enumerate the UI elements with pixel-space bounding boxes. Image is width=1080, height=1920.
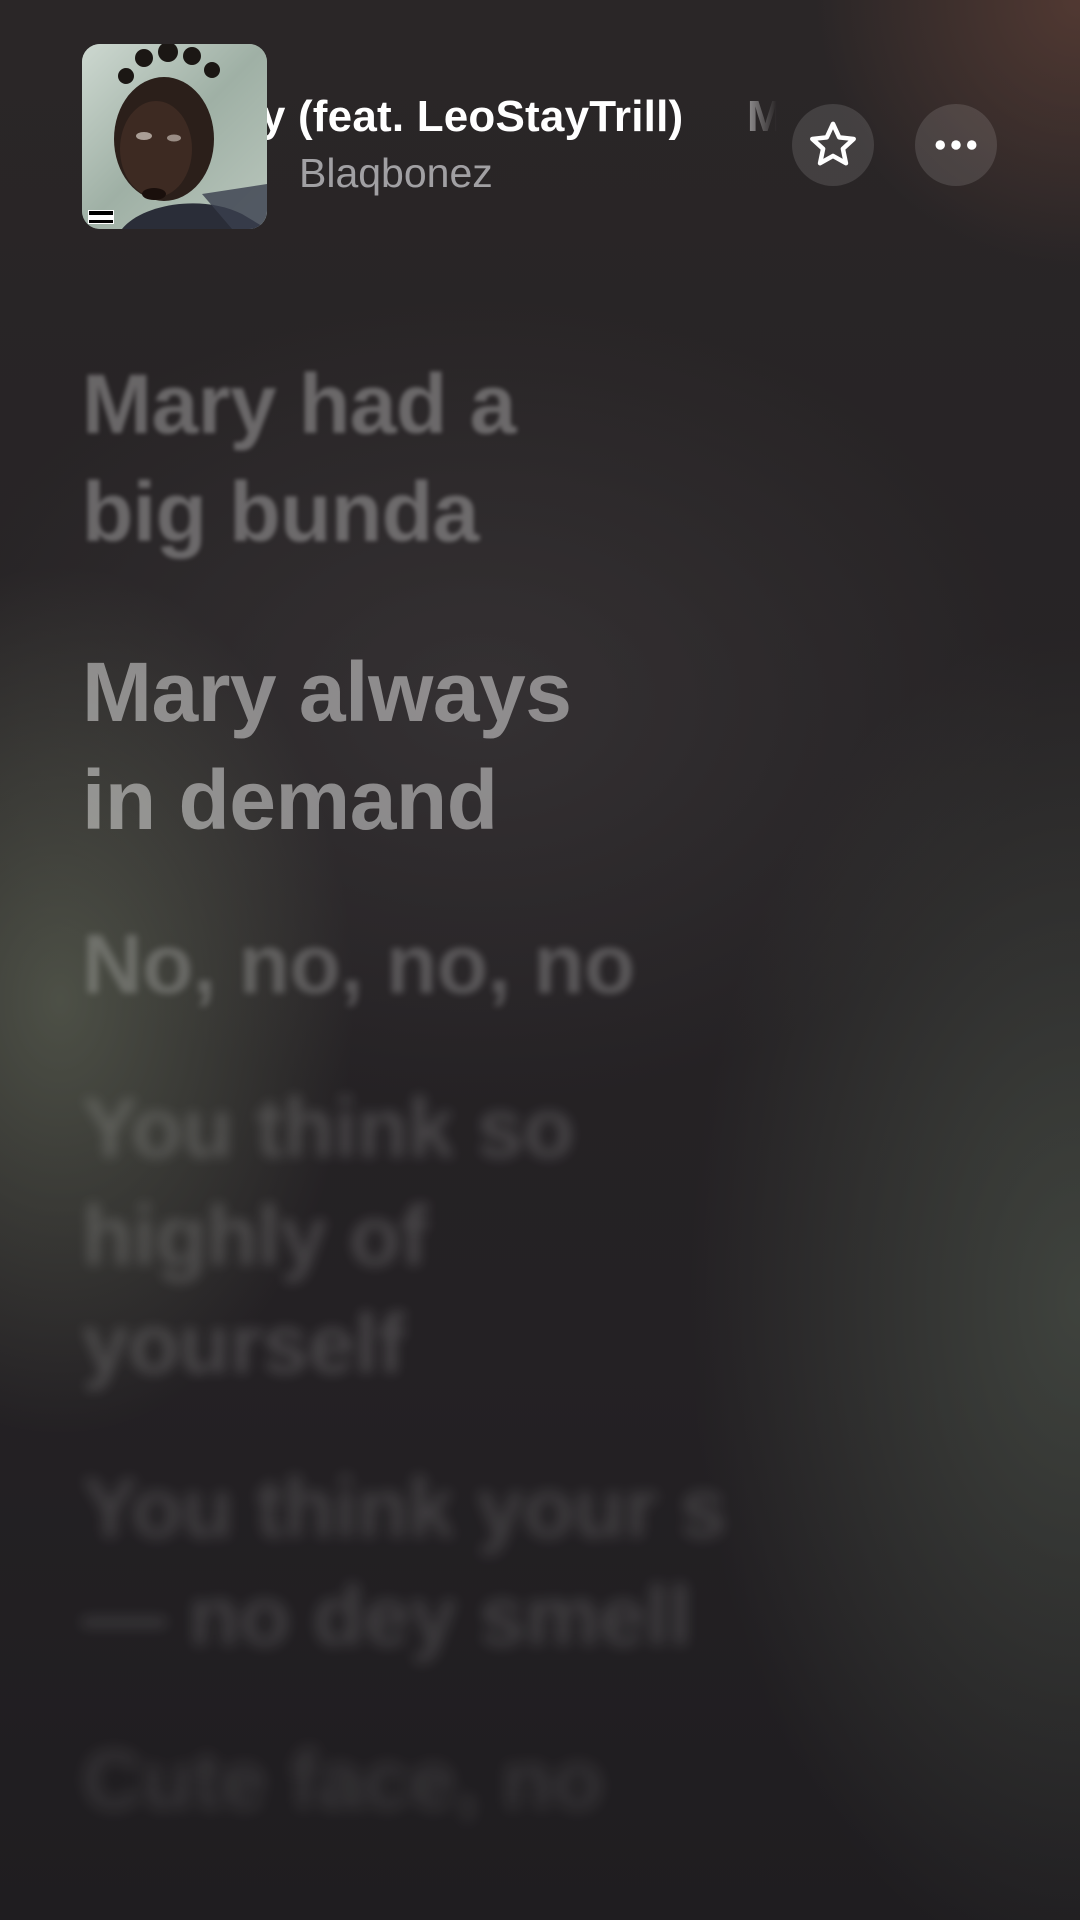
more-options-button[interactable]	[915, 104, 997, 186]
lyrics-screen: Mary (feat. LeoStayTrill) Mary (feat. Le…	[0, 0, 1080, 1920]
artwork-image	[82, 44, 267, 229]
now-playing-header: Mary (feat. LeoStayTrill) Mary (feat. Le…	[0, 0, 1080, 240]
lyric-line[interactable]: No, no, no, no	[82, 910, 842, 1018]
lyrics-list[interactable]: Mary had a big bunda Mary always in dema…	[82, 350, 842, 1834]
lyric-line[interactable]: Cute face, no	[82, 1726, 842, 1834]
song-title: Mary (feat. LeoStayTrill)	[267, 92, 684, 141]
lyric-line[interactable]: You think your s — no dey smell	[82, 1454, 842, 1670]
ellipsis-icon	[935, 140, 977, 150]
lyric-line[interactable]: Mary had a big bunda	[82, 350, 842, 566]
artist-name[interactable]: Blaqbonez	[299, 150, 493, 197]
favorite-button[interactable]	[792, 104, 874, 186]
song-title-marquee[interactable]: Mary (feat. LeoStayTrill) Mary (feat. Le…	[267, 88, 777, 148]
lyric-line-current[interactable]: Mary always in demand	[82, 638, 842, 854]
star-icon	[810, 121, 856, 166]
song-title-repeat: Mary (feat. LeoStayTrill)	[747, 92, 777, 141]
album-artwork[interactable]	[82, 44, 267, 229]
lyric-line[interactable]: You think so highly of yourself	[82, 1074, 842, 1398]
